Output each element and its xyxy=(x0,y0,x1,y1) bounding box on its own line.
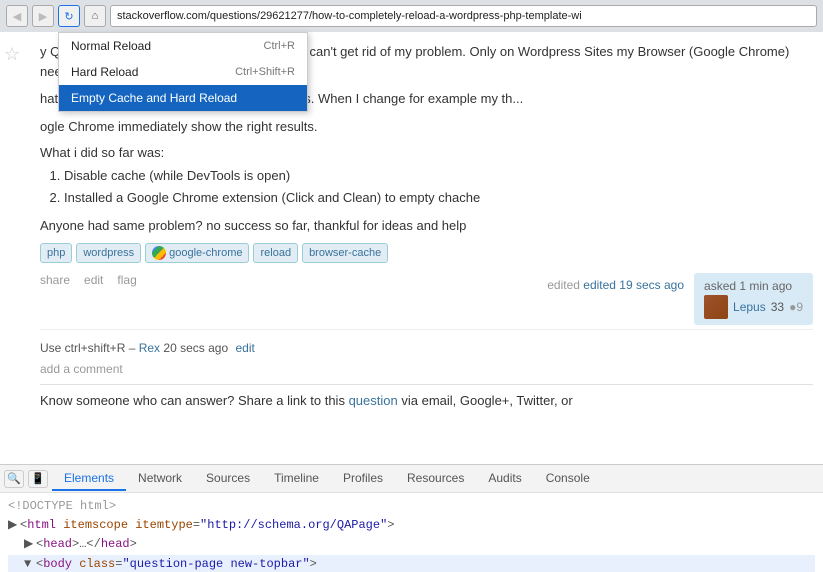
anyone-text: Anyone had same problem? no success so f… xyxy=(40,218,813,233)
user-badges: ●9 xyxy=(789,300,803,314)
devtools-tabs: Elements Network Sources Timeline Profil… xyxy=(52,467,602,491)
comment-edit-link[interactable]: edit xyxy=(235,341,254,355)
google-chrome-icon xyxy=(152,246,166,260)
post-actions: share edit flag xyxy=(40,273,137,287)
doctype-comment: <!DOCTYPE html> xyxy=(8,499,116,513)
answer-rest: via email, Google+, Twitter, or xyxy=(401,393,572,408)
devtools-search-button[interactable]: 🔍 xyxy=(4,470,24,488)
source-line-1: <!DOCTYPE html> xyxy=(8,497,815,516)
home-button[interactable]: ⌂ xyxy=(84,5,106,27)
tag-browser-cache[interactable]: browser-cache xyxy=(302,243,388,263)
source-line-2[interactable]: ▶ <html itemscope itemtype="http://schem… xyxy=(8,516,815,535)
tab-elements[interactable]: Elements xyxy=(52,467,126,491)
tab-console[interactable]: Console xyxy=(534,467,602,491)
forward-button[interactable]: ▶ xyxy=(32,5,54,27)
empty-cache-item[interactable]: Empty Cache and Hard Reload xyxy=(59,85,307,111)
back-button[interactable]: ◀ xyxy=(6,5,28,27)
collapse-arrow-3: ▼ xyxy=(24,555,36,572)
tab-sources[interactable]: Sources xyxy=(194,467,262,491)
tab-network[interactable]: Network xyxy=(126,467,194,491)
user-rep: 33 xyxy=(771,300,784,314)
answer-link[interactable]: question xyxy=(349,393,398,408)
answer-text: Know someone who can answer? Share a lin… xyxy=(40,393,345,408)
avatar-image xyxy=(704,295,728,319)
source-line-3[interactable]: ▶ <head>…</head> xyxy=(8,535,815,554)
asked-box: asked 1 min ago Lepus 33 ●9 xyxy=(694,273,813,325)
edit-info: edited edited 19 secs ago xyxy=(547,278,684,292)
collapse-arrow-2: ▶ xyxy=(24,535,36,554)
hard-reload-item[interactable]: Hard Reload Ctrl+Shift+R xyxy=(59,59,307,85)
tab-timeline[interactable]: Timeline xyxy=(262,467,331,491)
empty-cache-label: Empty Cache and Hard Reload xyxy=(71,91,237,105)
comment-time: 20 secs ago xyxy=(163,341,228,355)
edit-time[interactable]: edited 19 secs ago xyxy=(583,278,684,292)
steps-list: Disable cache (while DevTools is open) I… xyxy=(64,166,813,208)
comment-section: Use ctrl+shift+R – Rex 20 secs ago edit … xyxy=(40,329,813,376)
tag-reload[interactable]: reload xyxy=(253,243,298,263)
reload-dropdown: Normal Reload Ctrl+R Hard Reload Ctrl+Sh… xyxy=(58,32,308,112)
add-comment-link[interactable]: add a comment xyxy=(40,362,813,376)
devtools-source-panel: <!DOCTYPE html> ▶ <html itemscope itemty… xyxy=(0,492,823,572)
edit-link[interactable]: edit xyxy=(84,273,103,287)
tags-container: php wordpress google-chrome reload brows… xyxy=(40,243,813,263)
separator xyxy=(40,384,813,385)
post-meta-row: share edit flag edited edited 19 secs ag… xyxy=(40,273,813,325)
avatar xyxy=(704,295,728,319)
asked-label: asked 1 min ago xyxy=(704,279,803,293)
tab-resources[interactable]: Resources xyxy=(395,467,476,491)
source-line-4[interactable]: ▼ <body class="question-page new-topbar"… xyxy=(8,555,815,572)
comment-author[interactable]: Rex xyxy=(139,341,160,355)
star-icon[interactable]: ☆ xyxy=(4,44,20,65)
collapse-arrow-1: ▶ xyxy=(8,516,20,535)
what-label: What i did so far was: xyxy=(40,145,813,160)
address-text: stackoverflow.com/questions/29621277/how… xyxy=(117,10,582,22)
flag-link[interactable]: flag xyxy=(117,273,136,287)
edited-label: edited xyxy=(547,278,583,292)
address-bar[interactable]: stackoverflow.com/questions/29621277/how… xyxy=(110,5,817,27)
normal-reload-item[interactable]: Normal Reload Ctrl+R xyxy=(59,33,307,59)
tag-google-chrome[interactable]: google-chrome xyxy=(145,243,249,263)
answer-preview: Know someone who can answer? Share a lin… xyxy=(40,393,813,408)
hard-reload-shortcut: Ctrl+Shift+R xyxy=(235,66,295,78)
tab-profiles[interactable]: Profiles xyxy=(331,467,395,491)
step-2: Installed a Google Chrome extension (Cli… xyxy=(64,188,813,208)
question-body2: ogle Chrome immediately show the right r… xyxy=(40,117,813,137)
tag-php[interactable]: php xyxy=(40,243,72,263)
devtools-device-button[interactable]: 📱 xyxy=(28,470,48,488)
devtools-bar: 🔍 📱 Elements Network Sources Timeline Pr… xyxy=(0,464,823,492)
tag-wordpress[interactable]: wordpress xyxy=(76,243,141,263)
share-link[interactable]: share xyxy=(40,273,70,287)
comment-text: Use ctrl+shift+R – xyxy=(40,341,135,355)
normal-reload-shortcut: Ctrl+R xyxy=(264,40,295,52)
tab-audits[interactable]: Audits xyxy=(476,467,533,491)
user-info: Lepus 33 ●9 xyxy=(704,295,803,319)
normal-reload-label: Normal Reload xyxy=(71,39,151,53)
browser-chrome: ◀ ▶ ↻ ⌂ stackoverflow.com/questions/2962… xyxy=(0,0,823,32)
comment-item: Use ctrl+shift+R – Rex 20 secs ago edit xyxy=(40,338,813,358)
reload-button[interactable]: ↻ xyxy=(58,5,80,27)
user-link[interactable]: Lepus xyxy=(733,300,766,314)
step-1: Disable cache (while DevTools is open) xyxy=(64,166,813,186)
hard-reload-label: Hard Reload xyxy=(71,65,138,79)
